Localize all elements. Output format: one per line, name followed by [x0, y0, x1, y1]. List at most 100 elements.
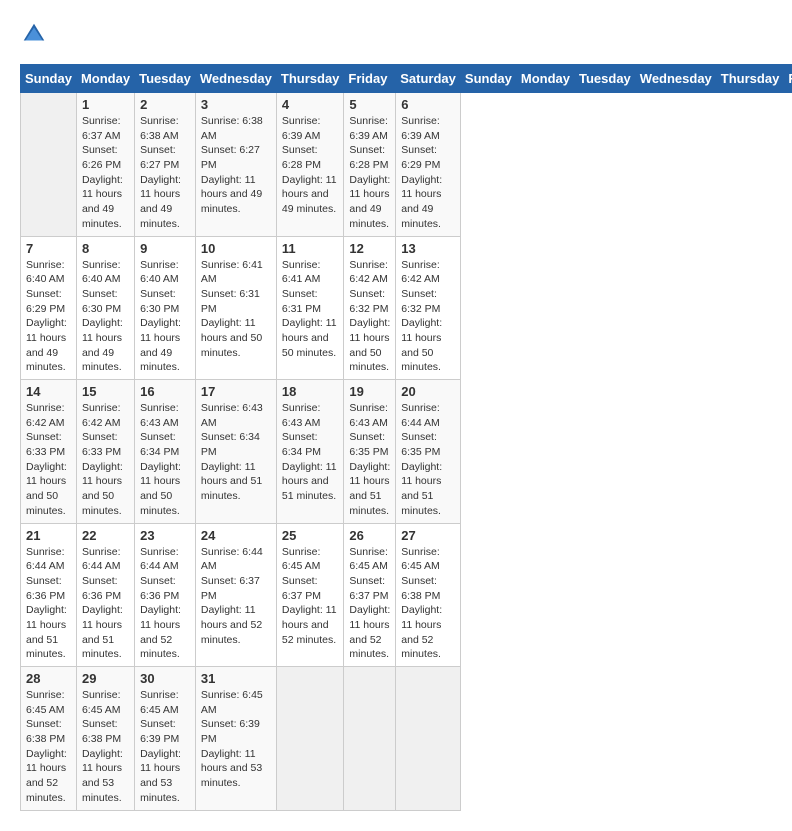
day-info: Sunrise: 6:42 AMSunset: 6:33 PMDaylight:… [26, 401, 71, 519]
day-number: 17 [201, 384, 271, 399]
calendar-cell: 29 Sunrise: 6:45 AMSunset: 6:38 PMDayligh… [76, 667, 134, 811]
day-info: Sunrise: 6:45 AMSunset: 6:39 PMDaylight:… [140, 688, 190, 806]
logo [20, 20, 52, 48]
day-number: 26 [349, 528, 390, 543]
calendar-cell: 12Sunrise: 6:42 AMSunset: 6:32 PMDayligh… [344, 236, 396, 380]
day-number: 21 [26, 528, 71, 543]
calendar-cell: 2 Sunrise: 6:38 AMSunset: 6:27 PMDaylight… [135, 93, 196, 237]
calendar-table: SundayMondayTuesdayWednesdayThursdayFrid… [20, 64, 792, 811]
day-info: Sunrise: 6:40 AMSunset: 6:30 PMDaylight:… [140, 258, 190, 376]
page-header [20, 20, 772, 48]
day-info: Sunrise: 6:44 AMSunset: 6:35 PMDaylight:… [401, 401, 455, 519]
day-number: 2 [140, 97, 190, 112]
col-header-friday: Friday [784, 65, 792, 93]
calendar-cell: 27 Sunrise: 6:45 AMSunset: 6:38 PMDayligh… [396, 523, 461, 667]
header-thursday: Thursday [276, 65, 344, 93]
day-info: Sunrise: 6:41 AMSunset: 6:31 PMDaylight:… [282, 258, 339, 361]
week-row-5: 28 Sunrise: 6:45 AMSunset: 6:38 PMDayligh… [21, 667, 792, 811]
calendar-cell: 9Sunrise: 6:40 AMSunset: 6:30 PMDaylight… [135, 236, 196, 380]
day-info: Sunrise: 6:40 AMSunset: 6:30 PMDaylight:… [82, 258, 129, 376]
calendar-cell: 5 Sunrise: 6:39 AMSunset: 6:28 PMDaylight… [344, 93, 396, 237]
calendar-cell: 14 Sunrise: 6:42 AMSunset: 6:33 PMDayligh… [21, 380, 77, 524]
day-info: Sunrise: 6:38 AMSunset: 6:27 PMDaylight:… [201, 114, 271, 217]
calendar-cell: 24 Sunrise: 6:44 AMSunset: 6:37 PMDayligh… [195, 523, 276, 667]
day-number: 27 [401, 528, 455, 543]
day-info: Sunrise: 6:45 AMSunset: 6:39 PMDaylight:… [201, 688, 271, 791]
day-number: 23 [140, 528, 190, 543]
calendar-cell: 1 Sunrise: 6:37 AMSunset: 6:26 PMDaylight… [76, 93, 134, 237]
calendar-cell [344, 667, 396, 811]
day-info: Sunrise: 6:42 AMSunset: 6:32 PMDaylight:… [349, 258, 390, 376]
col-header-wednesday: Wednesday [635, 65, 716, 93]
day-number: 20 [401, 384, 455, 399]
calendar-cell: 23 Sunrise: 6:44 AMSunset: 6:36 PMDayligh… [135, 523, 196, 667]
day-number: 29 [82, 671, 129, 686]
day-info: Sunrise: 6:44 AMSunset: 6:36 PMDaylight:… [26, 545, 71, 663]
day-number: 14 [26, 384, 71, 399]
day-info: Sunrise: 6:45 AMSunset: 6:38 PMDaylight:… [401, 545, 455, 663]
week-row-2: 7Sunrise: 6:40 AMSunset: 6:29 PMDaylight… [21, 236, 792, 380]
day-number: 31 [201, 671, 271, 686]
day-number: 22 [82, 528, 129, 543]
calendar-cell [276, 667, 344, 811]
day-number: 13 [401, 241, 455, 256]
calendar-header-row: SundayMondayTuesdayWednesdayThursdayFrid… [21, 65, 792, 93]
calendar-cell: 19 Sunrise: 6:43 AMSunset: 6:35 PMDayligh… [344, 380, 396, 524]
week-row-4: 21 Sunrise: 6:44 AMSunset: 6:36 PMDayligh… [21, 523, 792, 667]
day-info: Sunrise: 6:43 AMSunset: 6:34 PMDaylight:… [201, 401, 271, 504]
day-info: Sunrise: 6:45 AMSunset: 6:37 PMDaylight:… [282, 545, 339, 648]
header-monday: Monday [76, 65, 134, 93]
day-info: Sunrise: 6:39 AMSunset: 6:28 PMDaylight:… [282, 114, 339, 217]
day-info: Sunrise: 6:45 AMSunset: 6:38 PMDaylight:… [82, 688, 129, 806]
calendar-cell: 4Sunrise: 6:39 AMSunset: 6:28 PMDaylight… [276, 93, 344, 237]
calendar-cell: 13Sunrise: 6:42 AMSunset: 6:32 PMDayligh… [396, 236, 461, 380]
calendar-cell: 21 Sunrise: 6:44 AMSunset: 6:36 PMDayligh… [21, 523, 77, 667]
day-number: 1 [82, 97, 129, 112]
day-info: Sunrise: 6:44 AMSunset: 6:36 PMDaylight:… [82, 545, 129, 663]
day-number: 30 [140, 671, 190, 686]
header-tuesday: Tuesday [135, 65, 196, 93]
day-number: 28 [26, 671, 71, 686]
day-info: Sunrise: 6:37 AMSunset: 6:26 PMDaylight:… [82, 114, 129, 232]
calendar-cell: 31 Sunrise: 6:45 AMSunset: 6:39 PMDayligh… [195, 667, 276, 811]
day-number: 3 [201, 97, 271, 112]
day-number: 24 [201, 528, 271, 543]
calendar-cell: 30 Sunrise: 6:45 AMSunset: 6:39 PMDayligh… [135, 667, 196, 811]
day-info: Sunrise: 6:43 AMSunset: 6:35 PMDaylight:… [349, 401, 390, 519]
calendar-cell: 16 Sunrise: 6:43 AMSunset: 6:34 PMDayligh… [135, 380, 196, 524]
calendar-cell: 17 Sunrise: 6:43 AMSunset: 6:34 PMDayligh… [195, 380, 276, 524]
day-number: 7 [26, 241, 71, 256]
day-number: 19 [349, 384, 390, 399]
col-header-tuesday: Tuesday [575, 65, 636, 93]
calendar-cell: 7Sunrise: 6:40 AMSunset: 6:29 PMDaylight… [21, 236, 77, 380]
day-info: Sunrise: 6:45 AMSunset: 6:37 PMDaylight:… [349, 545, 390, 663]
col-header-sunday: Sunday [460, 65, 516, 93]
day-info: Sunrise: 6:39 AMSunset: 6:29 PMDaylight:… [401, 114, 455, 232]
day-info: Sunrise: 6:43 AMSunset: 6:34 PMDaylight:… [282, 401, 339, 504]
day-info: Sunrise: 6:43 AMSunset: 6:34 PMDaylight:… [140, 401, 190, 519]
calendar-cell: 20 Sunrise: 6:44 AMSunset: 6:35 PMDayligh… [396, 380, 461, 524]
calendar-cell: 3 Sunrise: 6:38 AMSunset: 6:27 PMDaylight… [195, 93, 276, 237]
week-row-1: 1 Sunrise: 6:37 AMSunset: 6:26 PMDaylight… [21, 93, 792, 237]
day-number: 8 [82, 241, 129, 256]
day-info: Sunrise: 6:39 AMSunset: 6:28 PMDaylight:… [349, 114, 390, 232]
calendar-cell: 26 Sunrise: 6:45 AMSunset: 6:37 PMDayligh… [344, 523, 396, 667]
col-header-thursday: Thursday [716, 65, 784, 93]
day-info: Sunrise: 6:38 AMSunset: 6:27 PMDaylight:… [140, 114, 190, 232]
calendar-cell: 11Sunrise: 6:41 AMSunset: 6:31 PMDayligh… [276, 236, 344, 380]
col-header-monday: Monday [516, 65, 574, 93]
calendar-cell: 22 Sunrise: 6:44 AMSunset: 6:36 PMDayligh… [76, 523, 134, 667]
day-number: 5 [349, 97, 390, 112]
day-number: 16 [140, 384, 190, 399]
calendar-cell [21, 93, 77, 237]
logo-icon [20, 20, 48, 48]
day-number: 18 [282, 384, 339, 399]
day-info: Sunrise: 6:44 AMSunset: 6:37 PMDaylight:… [201, 545, 271, 648]
day-number: 25 [282, 528, 339, 543]
calendar-cell [396, 667, 461, 811]
calendar-cell: 10Sunrise: 6:41 AMSunset: 6:31 PMDayligh… [195, 236, 276, 380]
day-info: Sunrise: 6:44 AMSunset: 6:36 PMDaylight:… [140, 545, 190, 663]
day-number: 15 [82, 384, 129, 399]
day-number: 10 [201, 241, 271, 256]
day-info: Sunrise: 6:45 AMSunset: 6:38 PMDaylight:… [26, 688, 71, 806]
